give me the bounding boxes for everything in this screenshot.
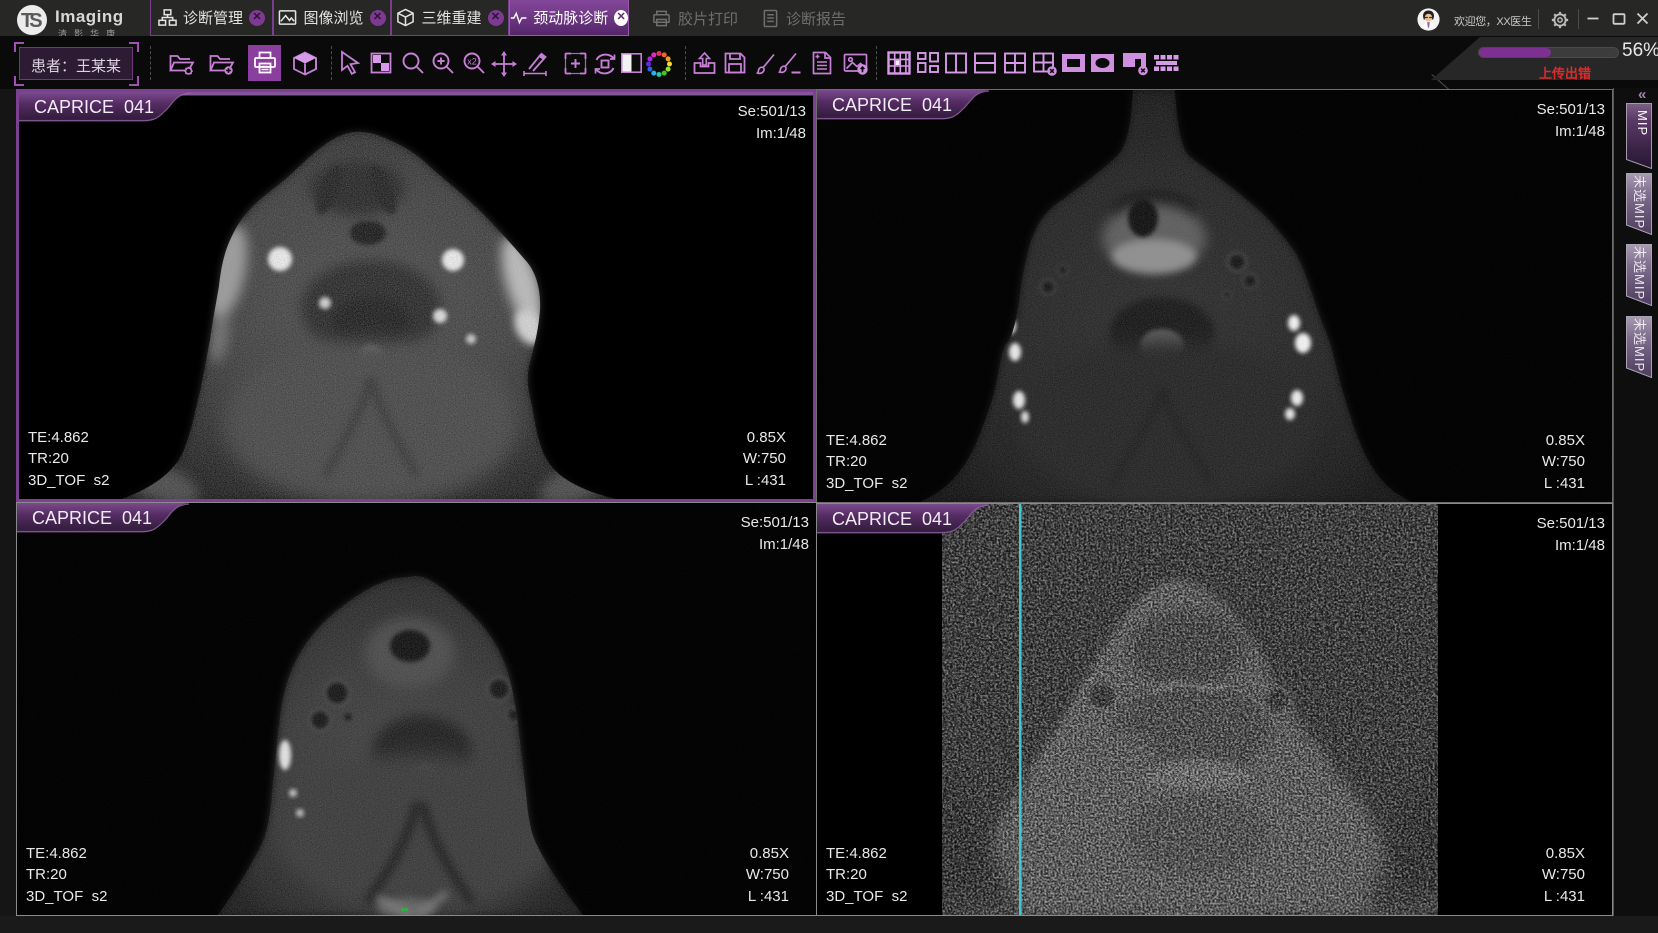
- svg-text:x2: x2: [467, 57, 477, 67]
